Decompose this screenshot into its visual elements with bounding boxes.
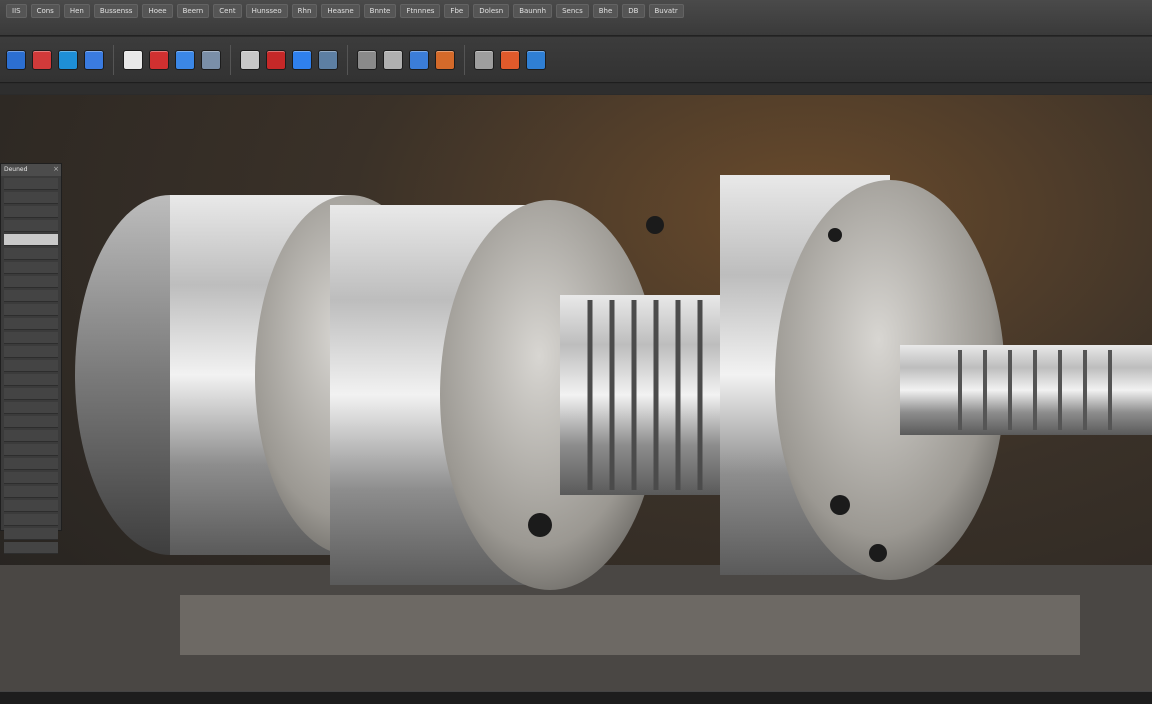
toolbar-separator: [113, 44, 114, 75]
open-icon[interactable]: [32, 49, 52, 70]
panel-row[interactable]: [4, 514, 58, 526]
menu-item[interactable]: Beern: [176, 4, 210, 18]
toolbar: [0, 37, 1152, 83]
panel-row[interactable]: [4, 192, 58, 204]
menu-item[interactable]: Fbe: [444, 4, 470, 18]
property-panel[interactable]: Deuned ×: [0, 163, 62, 554]
cad-model[interactable]: [0, 95, 1152, 691]
menu-item[interactable]: Cent: [213, 4, 242, 18]
help-icon[interactable]: [526, 49, 546, 70]
menu-item[interactable]: Hoee: [142, 4, 173, 18]
panel-row[interactable]: [4, 486, 58, 498]
record-icon[interactable]: [266, 49, 286, 70]
revolve-icon[interactable]: [240, 49, 260, 70]
menu-item[interactable]: Rhn: [291, 4, 318, 18]
menu-item[interactable]: Cons: [30, 4, 60, 18]
status-bar: [0, 691, 1152, 704]
bolt-hole: [528, 513, 552, 537]
menu-item[interactable]: Dolesn: [473, 4, 510, 18]
panel-row[interactable]: [4, 346, 58, 358]
menu-item[interactable]: Baunnh: [513, 4, 553, 18]
panel-row[interactable]: [4, 430, 58, 442]
panel-row[interactable]: [4, 402, 58, 414]
panel-row[interactable]: [4, 304, 58, 316]
panel-row[interactable]: [4, 178, 58, 190]
toolbar-separator: [230, 44, 231, 75]
cube-icon[interactable]: [292, 49, 312, 70]
bolt-hole: [828, 228, 842, 242]
mirror-icon[interactable]: [383, 49, 403, 70]
view-icon[interactable]: [175, 49, 195, 70]
menu-item[interactable]: Hen: [63, 4, 90, 18]
menu-item[interactable]: Bhe: [592, 4, 619, 18]
panel-title: Deuned: [1, 164, 61, 176]
panel-row[interactable]: [4, 234, 58, 246]
panel-row[interactable]: [4, 262, 58, 274]
panel-row[interactable]: [4, 332, 58, 344]
menu-item[interactable]: Bussenss: [93, 4, 139, 18]
move-icon[interactable]: [318, 49, 338, 70]
extrude-icon[interactable]: [84, 49, 104, 70]
3d-viewport[interactable]: [0, 95, 1152, 691]
bolt-hole: [646, 216, 664, 234]
toolbar-separator: [464, 44, 465, 75]
panel-row[interactable]: [4, 472, 58, 484]
layer-icon[interactable]: [201, 49, 221, 70]
panel-row[interactable]: [4, 458, 58, 470]
panel-row[interactable]: [4, 528, 58, 540]
measure-icon[interactable]: [474, 49, 494, 70]
toolbar-separator: [347, 44, 348, 75]
menu-item[interactable]: Hunsseo: [245, 4, 288, 18]
menu-item[interactable]: Buvatr: [648, 4, 684, 18]
panel-row[interactable]: [4, 206, 58, 218]
panel-row[interactable]: [4, 318, 58, 330]
panel-row[interactable]: [4, 276, 58, 288]
panel-row[interactable]: [4, 500, 58, 512]
sketch-icon[interactable]: [58, 49, 78, 70]
menu-bar: IIS Cons Hen Bussenss Hoee Beern Cent Hunsseo Rh…: [0, 0, 1152, 36]
panel-row[interactable]: [4, 360, 58, 372]
pattern-icon[interactable]: [409, 49, 429, 70]
panel-row[interactable]: [4, 388, 58, 400]
panel-row[interactable]: [4, 220, 58, 232]
panel-row[interactable]: [4, 542, 58, 554]
spindle: [900, 345, 1152, 435]
menu-item[interactable]: Heasne: [321, 4, 360, 18]
shape-icon[interactable]: [149, 49, 169, 70]
render-icon[interactable]: [500, 49, 520, 70]
save-icon[interactable]: [6, 49, 26, 70]
menu-item[interactable]: IIS: [6, 4, 27, 18]
close-icon[interactable]: ×: [53, 165, 59, 173]
document-icon[interactable]: [123, 49, 143, 70]
menu-item[interactable]: Bnnte: [363, 4, 397, 18]
panel-row[interactable]: [4, 444, 58, 456]
menu-item[interactable]: Sencs: [556, 4, 589, 18]
panel-row[interactable]: [4, 248, 58, 260]
bolt-hole: [869, 544, 887, 562]
menu-item[interactable]: Ftnnnes: [400, 4, 441, 18]
panel-row[interactable]: [4, 290, 58, 302]
grid-icon[interactable]: [357, 49, 377, 70]
chart-icon[interactable]: [435, 49, 455, 70]
menu-item[interactable]: DB: [622, 4, 645, 18]
ribbon-labels: [0, 84, 1152, 94]
panel-row[interactable]: [4, 416, 58, 428]
base-rail: [180, 595, 1080, 655]
bolt-hole: [830, 495, 850, 515]
panel-row[interactable]: [4, 374, 58, 386]
